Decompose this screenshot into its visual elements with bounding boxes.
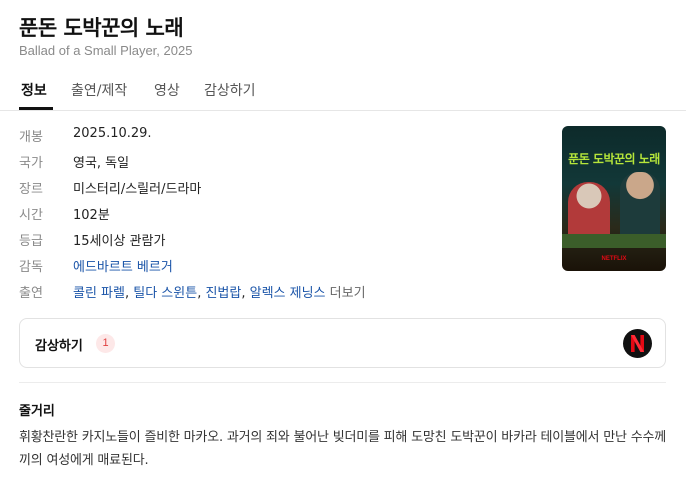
info-key: 감독 xyxy=(19,260,43,275)
poster-table xyxy=(562,234,666,248)
cast-list: 콜린 파렐, 틸다 스윈튼, 진법랍, 알렉스 제닝스 더보기 xyxy=(73,282,366,301)
poster-figure-right xyxy=(620,172,660,238)
watch-label: 감상하기 xyxy=(35,339,83,354)
poster-brand: NETFLIX xyxy=(601,256,627,262)
page-subtitle: Ballad of a Small Player, 2025 xyxy=(19,43,193,58)
movie-poster[interactable]: 푼돈 도박꾼의 노래 NETFLIX xyxy=(562,126,666,271)
release-date: 2025.10.29. xyxy=(73,126,152,141)
runtime-value: 102분 xyxy=(73,208,110,223)
page-title: 푼돈 도박꾼의 노래 xyxy=(19,16,184,40)
tab-info[interactable]: 정보 xyxy=(21,80,47,100)
info-row-cast: 출연 콜린 파렐, 틸다 스윈튼, 진법랍, 알렉스 제닝스 더보기 xyxy=(19,282,539,302)
watch-card[interactable]: 감상하기 1 xyxy=(19,318,666,368)
country-value: 영국, 독일 xyxy=(73,156,130,171)
netflix-icon[interactable] xyxy=(623,329,652,358)
cast-link[interactable]: 알렉스 제닝스 xyxy=(250,286,326,301)
rating-value: 15세이상 관람가 xyxy=(73,234,166,249)
director-link[interactable]: 에드바르트 베르거 xyxy=(73,256,173,275)
info-key: 등급 xyxy=(19,234,43,249)
cast-separator: , xyxy=(124,286,134,301)
tab-cast-crew[interactable]: 출연/제작 xyxy=(71,80,127,100)
tab-videos[interactable]: 영상 xyxy=(154,80,180,100)
poster-title: 푼돈 도박꾼의 노래 xyxy=(568,152,660,166)
cast-link[interactable]: 틸다 스윈튼 xyxy=(133,286,197,301)
genre-value: 미스터리/스릴러/드라마 xyxy=(73,182,202,197)
cast-link[interactable]: 콜린 파렐 xyxy=(73,286,125,301)
plot-text: 휘황찬란한 카지노들이 즐비한 마카오. 과거의 죄와 불어난 빚더미를 피해 … xyxy=(19,430,666,468)
info-row-runtime: 시간 102분 xyxy=(19,204,539,224)
tab-watch[interactable]: 감상하기 xyxy=(204,80,256,100)
info-key: 국가 xyxy=(19,156,43,171)
cast-separator: , xyxy=(241,286,250,301)
info-row-release: 개봉 2025.10.29. xyxy=(19,126,539,146)
watch-count-badge: 1 xyxy=(96,334,115,353)
info-row-director: 감독 에드바르트 베르거 xyxy=(19,256,539,276)
info-key: 개봉 xyxy=(19,130,43,145)
cast-link[interactable]: 진법랍 xyxy=(205,286,241,301)
active-tab-indicator xyxy=(19,107,53,110)
section-divider xyxy=(19,382,666,383)
info-key: 출연 xyxy=(19,286,43,301)
tab-bar: 정보 출연/제작 영상 감상하기 xyxy=(0,76,686,111)
info-row-genre: 장르 미스터리/스릴러/드라마 xyxy=(19,178,539,198)
poster-figure-left xyxy=(568,182,610,238)
info-key: 장르 xyxy=(19,182,43,197)
info-row-rating: 등급 15세이상 관람가 xyxy=(19,230,539,250)
plot-heading: 줄거리 xyxy=(19,404,55,419)
info-row-country: 국가 영국, 독일 xyxy=(19,152,539,172)
info-key: 시간 xyxy=(19,208,43,223)
cast-more-link[interactable]: 더보기 xyxy=(330,286,366,301)
